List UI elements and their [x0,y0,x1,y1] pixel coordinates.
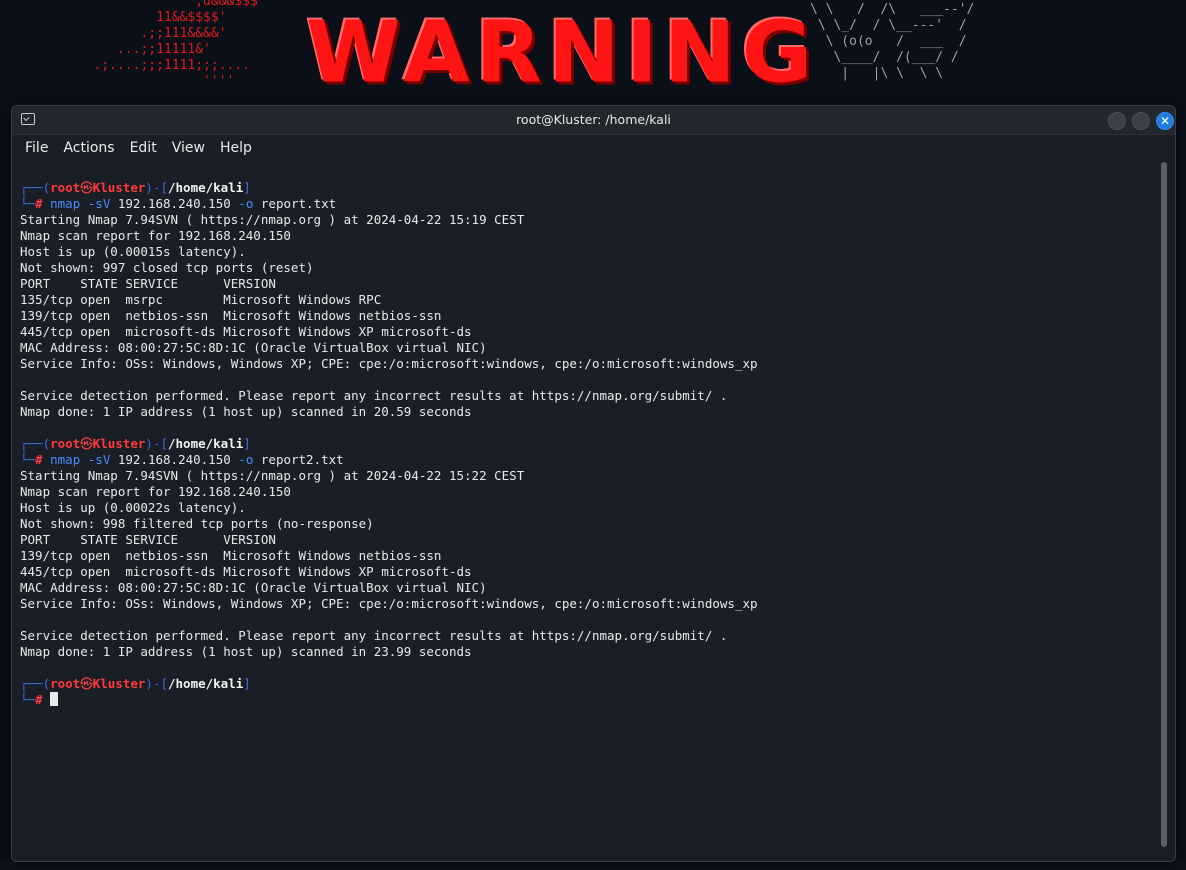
prompt-hash: # [35,692,43,707]
terminal-window[interactable]: root@Kluster: /home/kali ✕ File Actions … [11,105,1176,862]
prompt-user: root [50,436,81,451]
prompt-input-line: └─# nmap -sV 192.168.240.150 -o report2.… [20,452,1155,468]
output-line: Nmap scan report for 192.168.240.150 [20,228,291,243]
output-line: 139/tcp open netbios-ssn Microsoft Windo… [20,308,442,323]
command-outfile: report.txt [260,196,337,211]
prompt-path: /home/kali [168,676,244,691]
prompt-frame-close: ] [243,676,251,691]
text-cursor[interactable] [50,692,59,706]
output-line: 445/tcp open microsoft-ds Microsoft Wind… [20,564,472,579]
prompt-input-line: └─# nmap -sV 192.168.240.150 -o report.t… [20,196,1155,212]
output-line: Service detection performed. Please repo… [20,628,728,643]
command-outfile: report2.txt [260,452,344,467]
prompt-frame-mid: )-[ [145,180,168,195]
command-flag: -sV [87,452,111,467]
output-line: MAC Address: 08:00:27:5C:8D:1C (Oracle V… [20,340,487,355]
prompt-host: Kluster [92,180,146,195]
menu-view[interactable]: View [172,140,205,156]
output-line: PORT STATE SERVICE VERSION [20,276,276,291]
skull-icon: ㉿ [80,180,93,195]
menu-bar: File Actions Edit View Help [12,134,1175,162]
skull-icon: ㉿ [80,436,93,451]
output-line: Nmap done: 1 IP address (1 host up) scan… [20,644,472,659]
output-line: Not shown: 997 closed tcp ports (reset) [20,260,314,275]
prompt-arrow: └─ [20,196,36,211]
prompt-host: Kluster [92,436,146,451]
output-line: Nmap done: 1 IP address (1 host up) scan… [20,404,472,419]
prompt-frame-open: ┌──( [20,436,51,451]
skull-icon: ㉿ [80,676,93,691]
wallpaper-ascii-art-left: ,d&&&$$$' 11&&$$$$' .;;111&&&&' ...;;111… [93,0,266,89]
prompt-header: ┌──(root㉿Kluster)-[/home/kali] [20,180,1155,196]
prompt-user: root [50,676,81,691]
prompt-arrow: └─ [20,452,36,467]
output-line: Service Info: OSs: Windows, Windows XP; … [20,596,758,611]
maximize-button[interactable] [1132,112,1150,130]
scrollbar[interactable] [1161,162,1169,847]
scrollbar-thumb[interactable] [1161,162,1167,847]
output-line: PORT STATE SERVICE VERSION [20,532,276,547]
prompt-arrow: └─ [20,692,36,707]
output-line: Starting Nmap 7.94SVN ( https://nmap.org… [20,212,525,227]
command-name: nmap [50,452,81,467]
command-flag: -sV [87,196,111,211]
terminal-output[interactable]: ┌──(root㉿Kluster)-[/home/kali] └─# nmap -… [20,180,1155,861]
menu-help[interactable]: Help [220,140,252,156]
prompt-frame-close: ] [243,436,251,451]
output-line: Host is up (0.00015s latency). [20,244,246,259]
menu-edit[interactable]: Edit [130,140,157,156]
command-target: 192.168.240.150 [117,196,231,211]
command-flag: -o [238,196,254,211]
output-line: 139/tcp open netbios-ssn Microsoft Windo… [20,548,442,563]
close-icon: ✕ [1159,114,1171,128]
output-line: 445/tcp open microsoft-ds Microsoft Wind… [20,324,472,339]
menu-file[interactable]: File [25,140,48,156]
command-name: nmap [50,196,81,211]
prompt-host: Kluster [92,676,146,691]
output-line: MAC Address: 08:00:27:5C:8D:1C (Oracle V… [20,580,487,595]
output-line: Starting Nmap 7.94SVN ( https://nmap.org… [20,468,525,483]
menu-actions[interactable]: Actions [63,140,114,156]
command-target: 192.168.240.150 [117,452,231,467]
prompt-header: ┌──(root㉿Kluster)-[/home/kali] [20,676,1155,692]
window-titlebar[interactable]: root@Kluster: /home/kali ✕ [12,106,1175,135]
prompt-hash: # [35,196,43,211]
minimize-button[interactable] [1108,112,1126,130]
wallpaper-ascii-art-right: \ \ / /\ ___--'/ \ \_/ / \__---' / \ (o(… [810,2,975,81]
prompt-frame-close: ] [243,180,251,195]
prompt-input-line[interactable]: └─# [20,692,1155,708]
prompt-path: /home/kali [168,436,244,451]
window-title: root@Kluster: /home/kali [516,112,671,127]
output-line: Service Info: OSs: Windows, Windows XP; … [20,356,758,371]
prompt-user: root [50,180,81,195]
close-button[interactable]: ✕ [1156,112,1174,130]
prompt-path: /home/kali [168,180,244,195]
prompt-frame-mid: )-[ [145,676,168,691]
warning-banner: WARNING [306,3,819,102]
prompt-hash: # [35,452,43,467]
output-line: Service detection performed. Please repo… [20,388,728,403]
output-line: Nmap scan report for 192.168.240.150 [20,484,291,499]
prompt-frame-open: ┌──( [20,180,51,195]
output-line: 135/tcp open msrpc Microsoft Windows RPC [20,292,382,307]
prompt-header: ┌──(root㉿Kluster)-[/home/kali] [20,436,1155,452]
prompt-frame-mid: )-[ [145,436,168,451]
output-line: Not shown: 998 filtered tcp ports (no-re… [20,516,374,531]
prompt-frame-open: ┌──( [20,676,51,691]
command-flag: -o [238,452,254,467]
output-line: Host is up (0.00022s latency). [20,500,246,515]
